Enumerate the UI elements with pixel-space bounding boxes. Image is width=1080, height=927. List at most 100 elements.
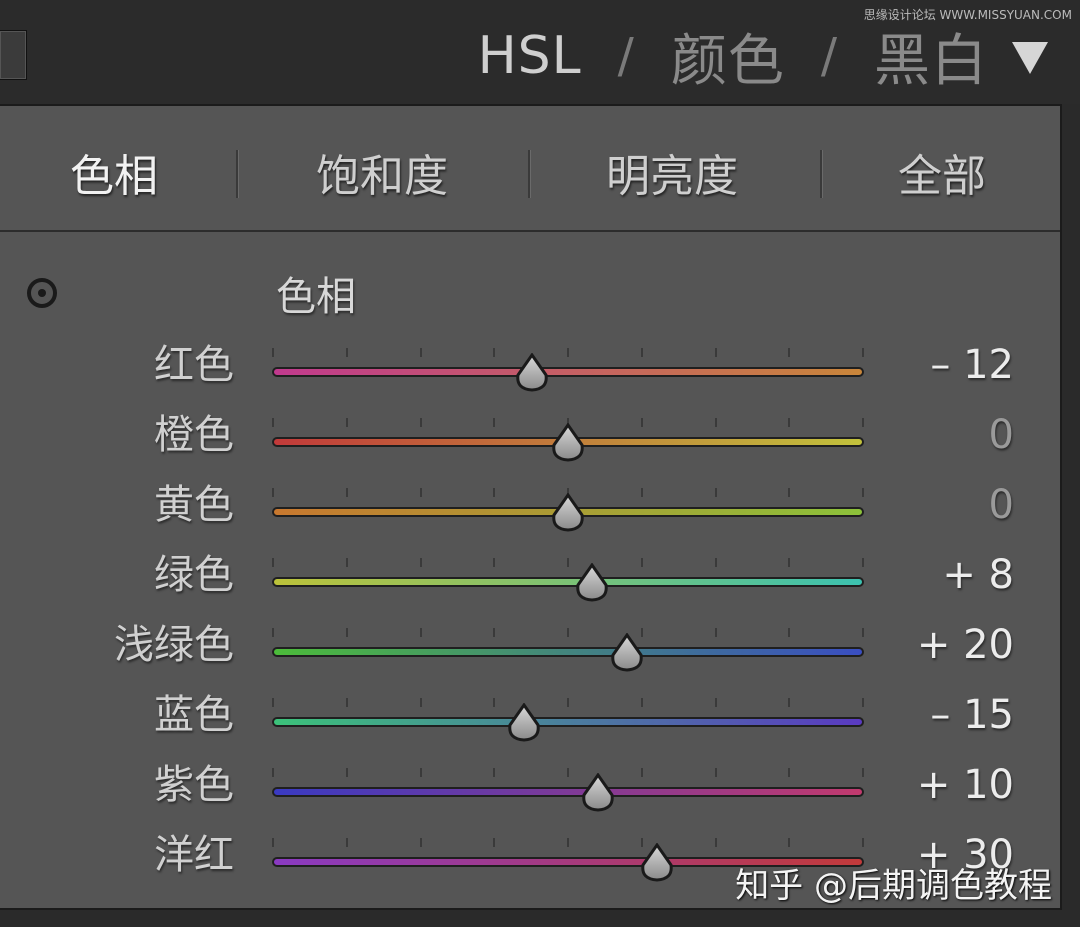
slider-tick — [493, 698, 495, 707]
slider-row: 浅绿色 + 20 — [0, 620, 1060, 690]
slider-tick — [493, 348, 495, 357]
slider-thumb[interactable] — [504, 703, 544, 743]
slider-tick — [567, 838, 569, 847]
slider-ticks — [272, 838, 864, 854]
slider-label: 蓝色 — [154, 692, 234, 738]
slider-tick — [641, 488, 643, 497]
slider-track[interactable] — [272, 787, 864, 797]
slider-tick — [272, 838, 274, 847]
slider-tick — [788, 628, 790, 637]
slider[interactable] — [272, 558, 864, 602]
slider-row: 蓝色 – 15 — [0, 690, 1060, 760]
tab-bw[interactable]: 黑白 — [874, 16, 988, 97]
slider-tick — [788, 698, 790, 707]
slider-tick — [272, 628, 274, 637]
collapse-triangle-icon[interactable] — [1012, 42, 1048, 74]
slider[interactable] — [272, 348, 864, 392]
slider-thumb[interactable] — [637, 843, 677, 883]
slider-tick — [346, 418, 348, 427]
slider-tick — [788, 768, 790, 777]
slider-track[interactable] — [272, 717, 864, 727]
slider-tick — [788, 348, 790, 357]
slider-tick — [493, 768, 495, 777]
slider-tick — [567, 768, 569, 777]
footer-watermark: 知乎 @后期调色教程 — [735, 866, 1052, 906]
slider[interactable] — [272, 628, 864, 672]
subtab-all[interactable]: 全部 — [898, 140, 986, 204]
slider[interactable] — [272, 698, 864, 742]
subtab-hue[interactable]: 色相 — [70, 140, 158, 204]
slider-label: 紫色 — [154, 762, 234, 808]
slider-tick — [788, 838, 790, 847]
slider-tick — [346, 628, 348, 637]
tab-color[interactable]: 颜色 — [671, 16, 785, 97]
slider-tick — [420, 628, 422, 637]
slider-tick — [788, 488, 790, 497]
slider-thumb[interactable] — [578, 773, 618, 813]
slider-tick — [715, 488, 717, 497]
target-adjust-icon[interactable] — [27, 278, 57, 308]
slider-tick — [272, 348, 274, 357]
slider-tick — [493, 628, 495, 637]
slider-tick — [272, 768, 274, 777]
slider-value[interactable]: 0 — [989, 410, 1014, 460]
slider-row: 黄色 0 — [0, 480, 1060, 550]
header-tabs: HSL / 颜色 / 黑白 — [478, 26, 988, 94]
slider-ticks — [272, 558, 864, 574]
slider-track[interactable] — [272, 367, 864, 377]
slider-tick — [788, 418, 790, 427]
slider-thumb[interactable] — [607, 633, 647, 673]
subtab-divider — [820, 150, 822, 198]
slider-tick — [567, 628, 569, 637]
slider-tick — [493, 838, 495, 847]
slider-tick — [272, 418, 274, 427]
slider[interactable] — [272, 488, 864, 532]
slider-tick — [862, 558, 864, 567]
slider-ticks — [272, 698, 864, 714]
slider-ticks — [272, 628, 864, 644]
slider-tick — [493, 488, 495, 497]
slider-value[interactable]: + 20 — [917, 620, 1014, 670]
subtab-saturation[interactable]: 饱和度 — [316, 140, 448, 204]
slider-tick — [420, 348, 422, 357]
tab-separator: / — [617, 28, 635, 84]
slider-label: 橙色 — [154, 412, 234, 458]
slider-row: 橙色 0 — [0, 410, 1060, 480]
slider-thumb[interactable] — [512, 353, 552, 393]
slider-thumb[interactable] — [572, 563, 612, 603]
slider-track[interactable] — [272, 577, 864, 587]
slider-value[interactable]: + 8 — [942, 550, 1014, 600]
tab-hsl[interactable]: HSL — [478, 26, 582, 86]
slider-tick — [346, 558, 348, 567]
hsl-subtabs: 色相 饱和度 明亮度 全部 — [0, 106, 1060, 232]
hsl-panel: 色相 饱和度 明亮度 全部 色相 红色 – 12 橙色 0 黄色 0 绿色 + 8 浅绿色 + 2… — [0, 104, 1062, 910]
slider-tick — [346, 348, 348, 357]
slider-tick — [567, 348, 569, 357]
slider-tick — [715, 768, 717, 777]
slider-tick — [567, 698, 569, 707]
slider-value[interactable]: 0 — [989, 480, 1014, 530]
slider-tick — [272, 558, 274, 567]
subtab-luminance[interactable]: 明亮度 — [606, 140, 738, 204]
slider[interactable] — [272, 768, 864, 812]
slider-tick — [862, 838, 864, 847]
slider-tick — [272, 698, 274, 707]
slider[interactable] — [272, 418, 864, 462]
slider-tick — [346, 488, 348, 497]
slider-tick — [862, 488, 864, 497]
panel-switch-icon[interactable] — [0, 30, 27, 80]
slider-label: 红色 — [154, 342, 234, 388]
slider-tick — [272, 488, 274, 497]
slider-tick — [641, 418, 643, 427]
slider-thumb[interactable] — [548, 423, 588, 463]
slider-thumb[interactable] — [548, 493, 588, 533]
slider-value[interactable]: – 12 — [930, 340, 1014, 390]
slider-tick — [862, 698, 864, 707]
slider-tick — [420, 838, 422, 847]
slider-tick — [641, 698, 643, 707]
slider-value[interactable]: – 15 — [930, 690, 1014, 740]
slider-track[interactable] — [272, 647, 864, 657]
slider-row: 红色 – 12 — [0, 340, 1060, 410]
slider-value[interactable]: + 10 — [917, 760, 1014, 810]
slider-tick — [567, 558, 569, 567]
